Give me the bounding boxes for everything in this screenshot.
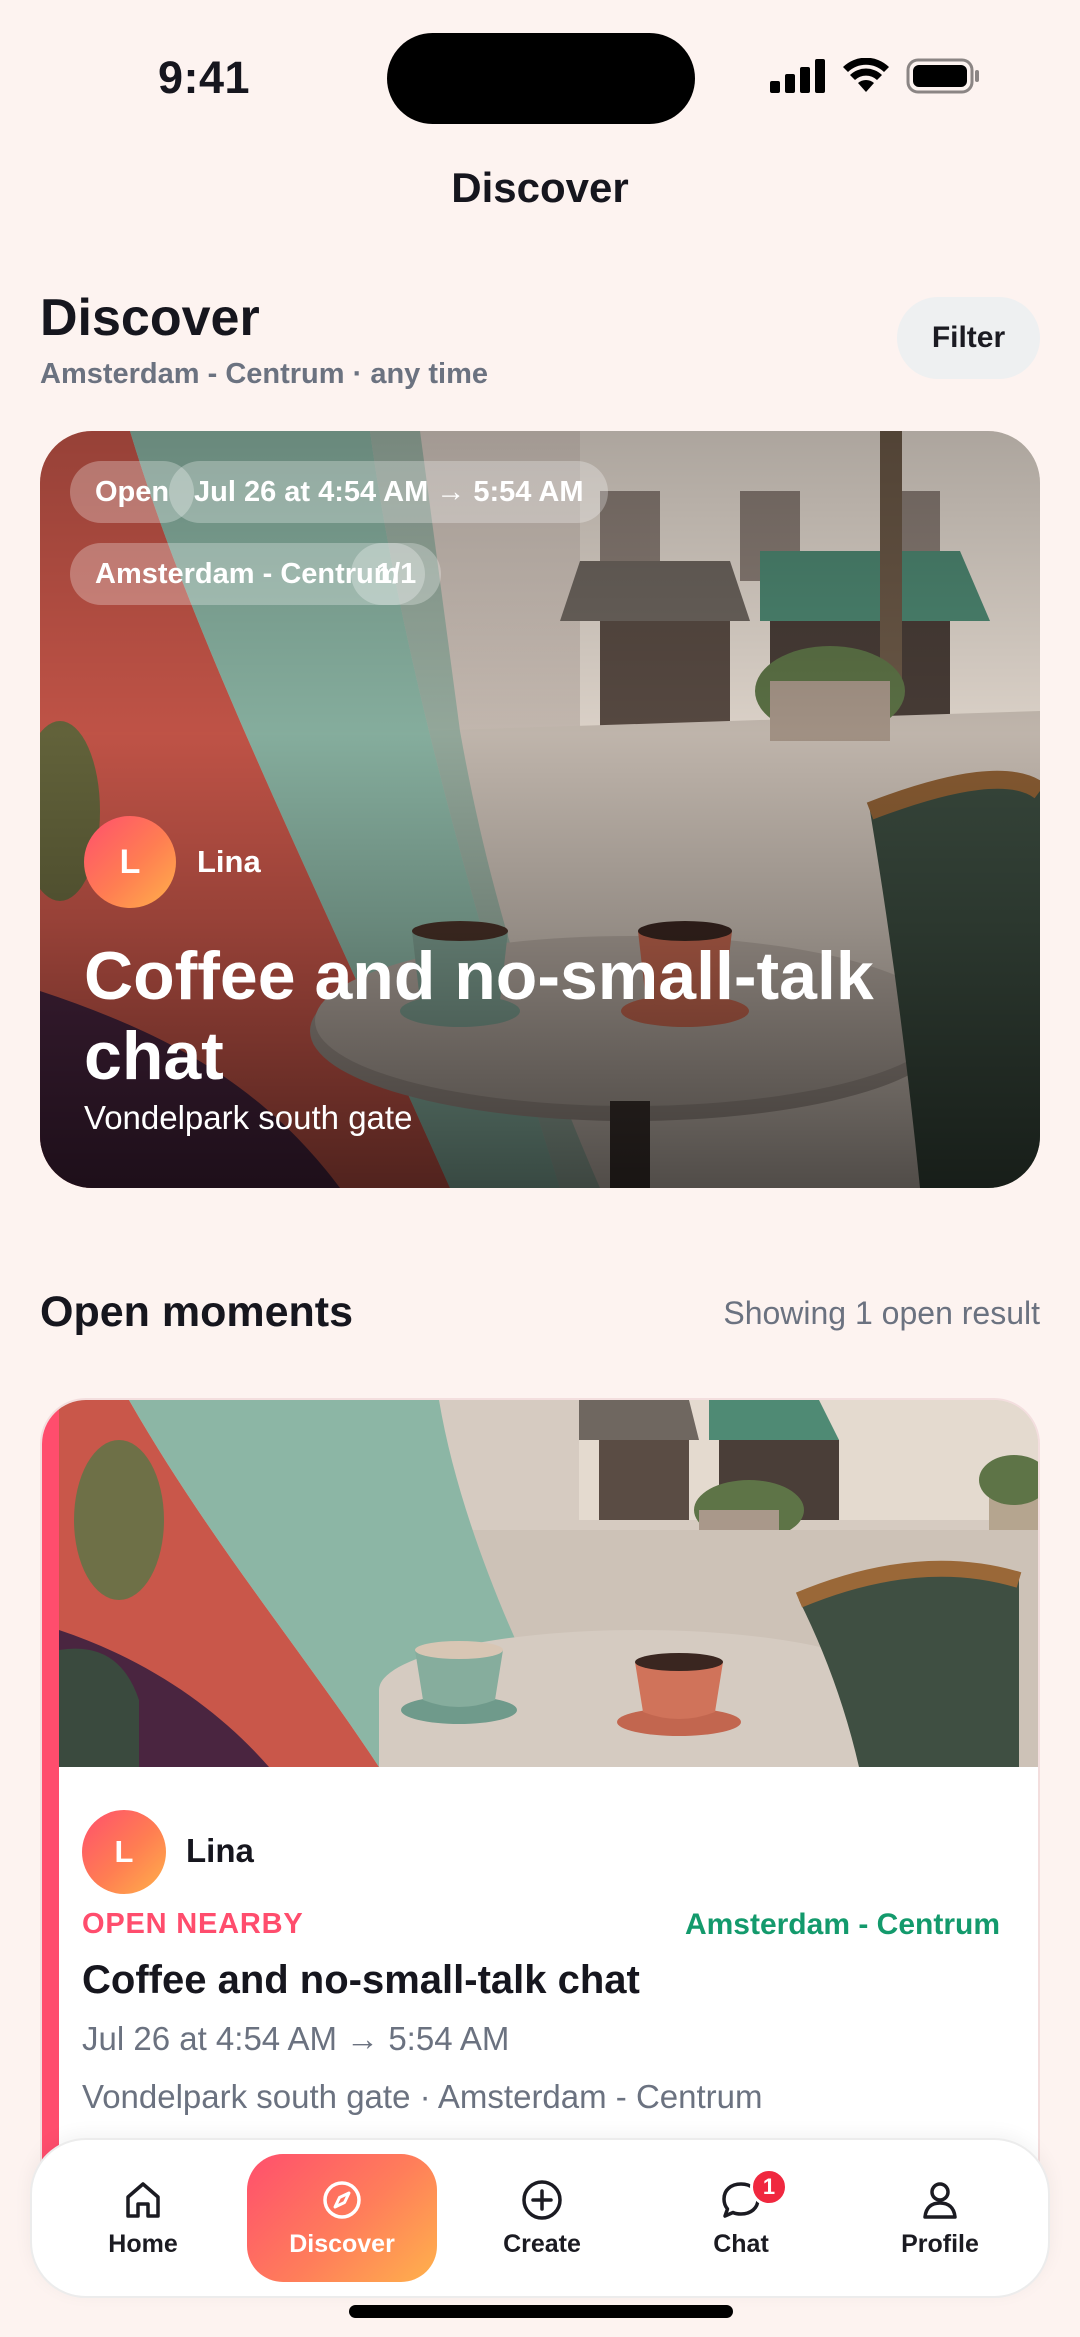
tab-create[interactable]: Create (447, 2154, 637, 2282)
wifi-icon (843, 58, 889, 92)
compass-icon (323, 2180, 361, 2219)
chat-unread-badge: 1 (750, 2168, 788, 2206)
tab-label-home: Home (108, 2229, 178, 2258)
featured-moment-card[interactable]: Open Jul 26 at 4:54 AM → 5:54 AM Amsterd… (40, 431, 1040, 1188)
tab-label-create: Create (503, 2229, 581, 2258)
tab-discover[interactable]: Discover (247, 2154, 437, 2282)
page-subtitle: Amsterdam - Centrum · any time (40, 358, 488, 390)
host-avatar[interactable]: L (84, 816, 176, 908)
card-host-name: Lina (186, 1832, 254, 1869)
card-location: Vondelpark south gate · Amsterdam - Cent… (82, 2078, 763, 2115)
dynamic-island (387, 33, 695, 124)
card-status-label: OPEN NEARBY (82, 1908, 304, 1940)
card-accent-stripe (42, 1400, 59, 2178)
filter-button[interactable]: Filter (897, 297, 1040, 379)
chip-capacity: 1/1 (351, 543, 442, 605)
card-time: Jul 26 at 4:54 AM → 5:54 AM (82, 2020, 510, 2057)
home-icon (126, 2181, 160, 2218)
nav-title: Discover (451, 164, 629, 211)
section-title: Open moments (40, 1288, 353, 1336)
tab-label-profile: Profile (901, 2229, 979, 2258)
person-icon (923, 2181, 957, 2219)
host-name: Lina (197, 844, 261, 879)
card-title: Coffee and no-small-talk chat (82, 1958, 640, 2002)
moment-card[interactable]: L Lina OPEN NEARBY Amsterdam - Centrum C… (40, 1398, 1040, 2178)
card-area-label: Amsterdam - Centrum (684, 1908, 1000, 1941)
moment-cafe-image (59, 1400, 1038, 1767)
tab-label-discover: Discover (289, 2229, 395, 2258)
page-title: Discover (40, 289, 260, 347)
status-icons (770, 58, 980, 94)
chip-time: Jul 26 at 4:54 AM → 5:54 AM (169, 461, 609, 523)
cellular-signal-icon (770, 59, 825, 93)
battery-icon (906, 58, 979, 94)
tab-home[interactable]: Home (48, 2154, 238, 2282)
tab-profile[interactable]: Profile (845, 2154, 1035, 2282)
plus-circle-icon (522, 2179, 562, 2220)
status-time: 9:41 (158, 52, 251, 103)
featured-location: Vondelpark south gate (84, 1099, 413, 1136)
results-count: Showing 1 open result (723, 1295, 1040, 1331)
home-indicator[interactable] (349, 2305, 733, 2318)
status-bar: 9:41 (0, 0, 1080, 150)
card-host-avatar[interactable]: L (82, 1810, 166, 1894)
featured-title: Coffee and no-small-talk chat (84, 938, 874, 1094)
tab-bar: Home Discover Create Chat 1 Profile (30, 2138, 1050, 2298)
tab-label-chat: Chat (713, 2229, 769, 2258)
tab-chat[interactable]: Chat 1 (646, 2154, 836, 2282)
